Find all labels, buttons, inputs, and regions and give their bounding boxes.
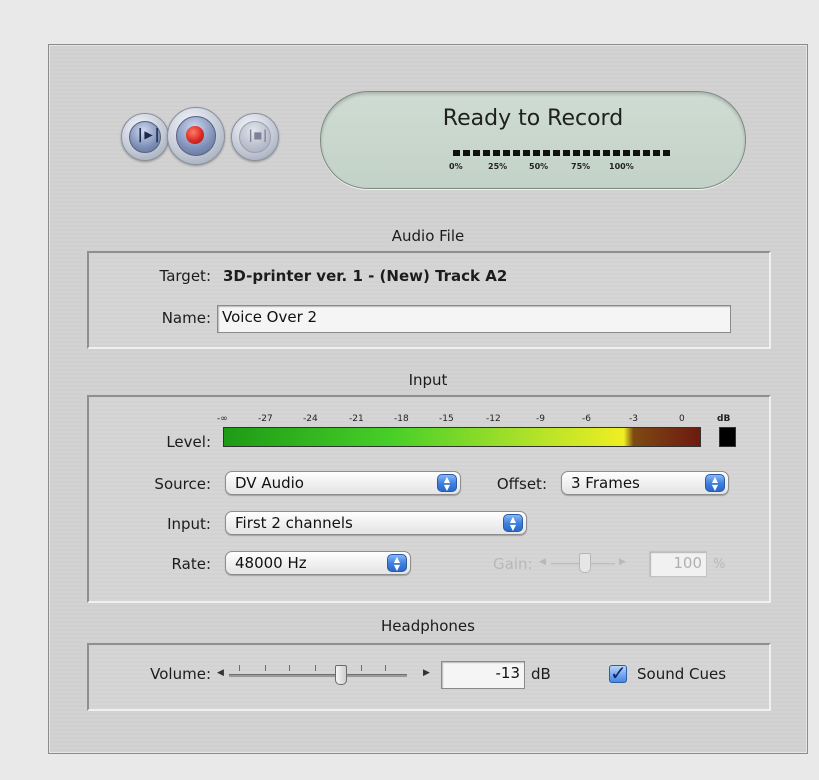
headphones-group: Volume: ◀ ▶ -13 dB ✓ Sound Cues	[87, 643, 771, 711]
audio-file-heading: Audio File	[391, 227, 465, 245]
input-heading: Input	[408, 371, 448, 389]
progress-label-100: 100%	[609, 162, 634, 171]
record-button[interactable]	[167, 107, 225, 165]
source-value: DV Audio	[235, 474, 304, 492]
input-group: Level: -∞ -27 -24 -21 -18 -15 -12 -9 -6 …	[87, 395, 771, 603]
peak-indicator	[719, 427, 736, 447]
volume-slider-track[interactable]	[229, 674, 407, 677]
popup-arrows-icon: ▲ ▼	[437, 474, 457, 492]
gain-slider-thumb	[579, 553, 591, 573]
level-tick: dB	[717, 414, 731, 424]
volume-unit: dB	[531, 665, 551, 683]
level-label: Level:	[166, 433, 211, 451]
level-tick: -15	[439, 414, 454, 424]
offset-label: Offset:	[496, 475, 547, 493]
name-input[interactable]: Voice Over 2	[217, 305, 731, 333]
volume-field[interactable]: -13	[441, 661, 525, 689]
stop-button[interactable]: |■|	[231, 113, 279, 161]
popup-arrows-icon: ▲ ▼	[387, 554, 407, 572]
level-tick: 0	[679, 414, 685, 424]
input-label: Input:	[167, 515, 211, 533]
headphones-heading: Headphones	[381, 617, 475, 635]
progress-label-75: 75%	[571, 162, 591, 171]
sound-cues-label[interactable]: Sound Cues	[637, 665, 726, 683]
level-ticks: -∞ -27 -24 -21 -18 -15 -12 -9 -6 -3 0 dB	[89, 414, 789, 426]
gain-unit: %	[713, 557, 726, 572]
volume-label: Volume:	[150, 665, 211, 683]
level-tick: -3	[629, 414, 638, 424]
volume-right-arrow-icon: ▶	[423, 668, 430, 678]
target-label: Target:	[159, 267, 211, 285]
offset-value: 3 Frames	[571, 474, 640, 492]
level-tick: -12	[486, 414, 501, 424]
gain-label: Gain:	[493, 555, 533, 573]
level-tick: -9	[536, 414, 545, 424]
level-meter	[223, 427, 701, 447]
progress-label-25: 25%	[488, 162, 508, 171]
level-tick: -18	[394, 414, 409, 424]
audio-file-group: Target: 3D-printer ver. 1 - (New) Track …	[87, 251, 771, 349]
level-tick: -∞	[217, 414, 228, 424]
progress-label-0: 0%	[449, 162, 463, 171]
progress-meter	[453, 150, 670, 156]
sound-cues-checkbox[interactable]: ✓	[609, 663, 627, 683]
offset-popup[interactable]: 3 Frames ▲ ▼	[561, 471, 729, 495]
name-label: Name:	[161, 309, 211, 327]
record-icon	[186, 126, 204, 144]
progress-label-50: 50%	[529, 162, 549, 171]
input-popup[interactable]: First 2 channels ▲ ▼	[225, 511, 527, 535]
source-label: Source:	[154, 475, 211, 493]
popup-arrows-icon: ▲ ▼	[503, 514, 523, 532]
checkmark-icon: ✓	[610, 661, 627, 685]
status-title: Ready to Record	[442, 106, 624, 131]
review-button[interactable]: |▶|	[121, 113, 169, 161]
gain-value: 100	[673, 554, 702, 572]
gain-right-arrow-icon: ▶	[619, 557, 626, 567]
volume-left-arrow-icon: ◀	[217, 668, 224, 678]
play-in-out-icon: |▶|	[136, 127, 162, 143]
rate-label: Rate:	[171, 555, 211, 573]
stop-icon: |■|	[247, 128, 269, 142]
level-tick: -27	[258, 414, 273, 424]
rate-popup[interactable]: 48000 Hz ▲ ▼	[225, 551, 411, 575]
voice-over-window: |▶| |■| Ready to Record 0% 25% 50% 75% 1…	[48, 44, 808, 754]
source-popup[interactable]: DV Audio ▲ ▼	[225, 471, 461, 495]
input-value: First 2 channels	[235, 514, 353, 532]
level-tick: -24	[303, 414, 318, 424]
level-tick: -21	[349, 414, 364, 424]
level-tick: -6	[582, 414, 591, 424]
gain-left-arrow-icon: ◀	[539, 557, 546, 567]
volume-value: -13	[495, 664, 521, 682]
popup-arrows-icon: ▲ ▼	[705, 474, 725, 492]
target-value: 3D-printer ver. 1 - (New) Track A2	[223, 267, 508, 285]
rate-value: 48000 Hz	[235, 554, 307, 572]
volume-slider-thumb[interactable]	[335, 665, 347, 685]
gain-field: 100	[649, 551, 707, 577]
status-display: Ready to Record 0% 25% 50% 75% 100%	[320, 91, 746, 189]
